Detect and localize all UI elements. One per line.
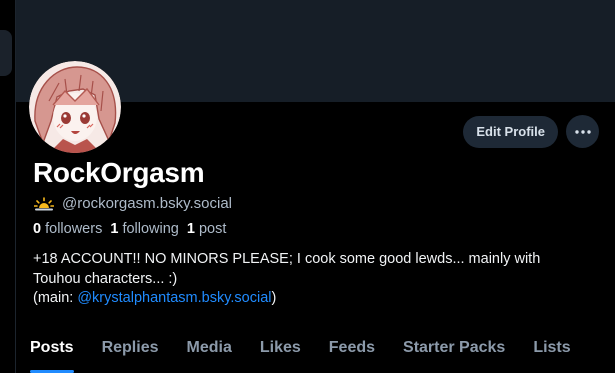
sun-horizon-icon — [34, 196, 54, 210]
profile-actions: Edit Profile — [463, 115, 599, 148]
tab-feeds[interactable]: Feeds — [315, 333, 389, 367]
tab-media[interactable]: Media — [173, 333, 246, 367]
following-label: following — [122, 221, 179, 237]
ellipsis-icon — [574, 129, 591, 134]
followers-label: followers — [45, 221, 103, 237]
bio-line-3-suffix: ) — [271, 290, 277, 306]
tab-label: Replies — [101, 339, 159, 356]
handle[interactable]: @rockorgasm.bsky.social — [62, 195, 232, 212]
profile-bio: +18 ACCOUNT!! NO MINORS PLEASE; I cook s… — [33, 250, 593, 309]
tab-posts[interactable]: Posts — [16, 333, 88, 373]
following-stat[interactable]: 1 following — [110, 221, 179, 237]
more-options-button[interactable] — [566, 115, 599, 148]
bio-line-3-prefix: (main: — [33, 290, 78, 306]
display-name: RockOrgasm — [33, 157, 205, 188]
bio-mention-link[interactable]: @krystalphantasm.bsky.social — [77, 290, 271, 306]
left-rail-tab[interactable] — [0, 30, 12, 76]
tab-label: Starter Packs — [403, 339, 506, 356]
edit-profile-button[interactable]: Edit Profile — [463, 115, 558, 148]
handle-row: @rockorgasm.bsky.social — [34, 195, 232, 212]
tab-starter-packs[interactable]: Starter Packs — [389, 333, 519, 367]
posts-count: 1 — [186, 221, 195, 237]
tab-label: Media — [186, 339, 232, 356]
posts-label: post — [198, 221, 227, 237]
tab-label: Lists — [533, 339, 571, 356]
tab-replies[interactable]: Replies — [88, 333, 173, 367]
tab-label: Feeds — [328, 339, 376, 356]
profile-page: Edit Profile RockOrgasm @rockorgasm.bsky… — [0, 0, 615, 373]
posts-stat: 1 post — [187, 221, 227, 237]
profile-tabs: Posts Replies Media Likes Feeds Starter … — [16, 333, 615, 373]
bio-line-3: (main: @krystalphantasm.bsky.social) — [33, 289, 593, 309]
tab-label: Likes — [259, 339, 301, 356]
profile-stats: 0 followers 1 following 1 post — [33, 221, 226, 237]
tab-label: Posts — [30, 339, 74, 356]
tab-lists[interactable]: Lists — [519, 333, 584, 367]
followers-count: 0 — [33, 221, 42, 237]
bio-line-1: +18 ACCOUNT!! NO MINORS PLEASE; I cook s… — [33, 251, 541, 267]
tab-likes[interactable]: Likes — [246, 333, 315, 367]
following-count: 1 — [110, 221, 119, 237]
followers-stat[interactable]: 0 followers — [33, 221, 102, 237]
bio-line-2: Touhou characters... :) — [33, 270, 178, 287]
avatar[interactable] — [29, 61, 121, 153]
